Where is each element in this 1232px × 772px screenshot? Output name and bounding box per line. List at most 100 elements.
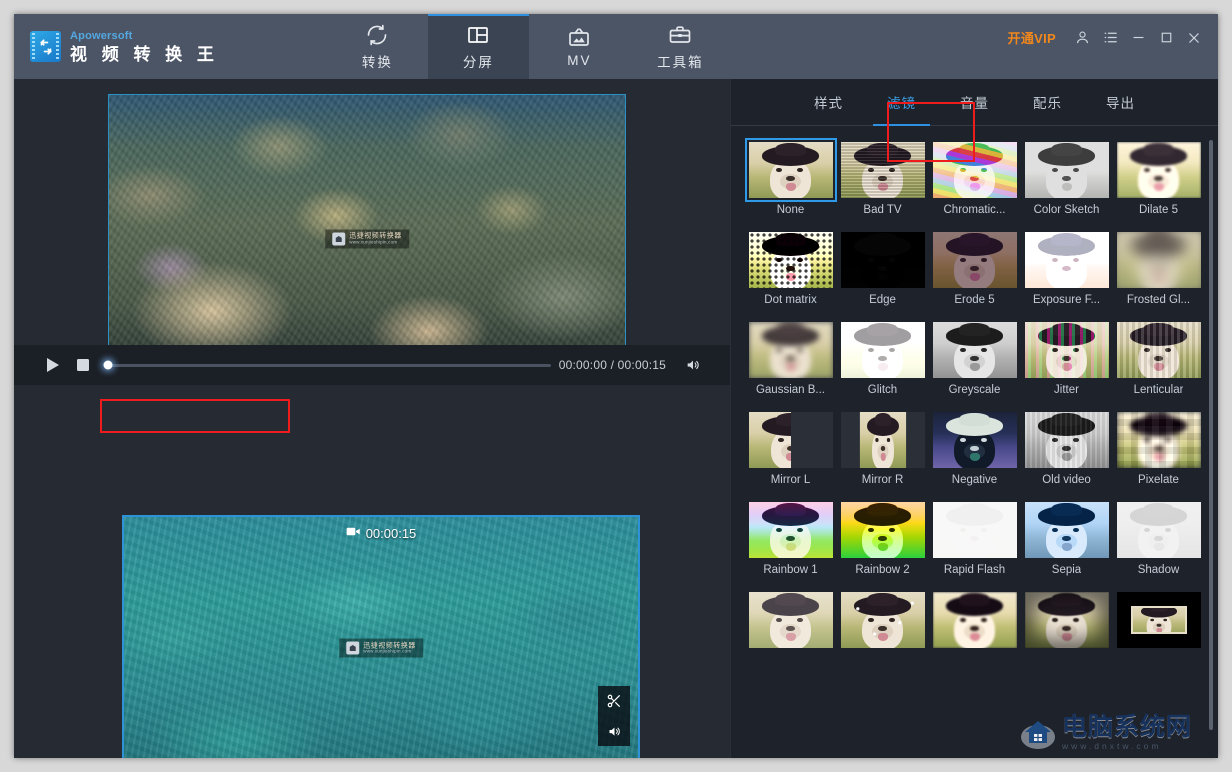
- tab-volume[interactable]: 音量: [938, 79, 1011, 125]
- filter-item-jitter[interactable]: Jitter: [1021, 322, 1113, 396]
- seek-track[interactable]: [103, 360, 551, 370]
- filter-preview-image: [1116, 322, 1201, 378]
- filter-item-pixelate[interactable]: Pixelate: [1113, 412, 1205, 486]
- application-window: Apowersoft 视 频 转 换 王 转换 分屏 MV 工具箱 开通VIP …: [14, 14, 1218, 758]
- tab-style[interactable]: 样式: [792, 79, 865, 125]
- filter-item-gaussian-b[interactable]: Gaussian B...: [745, 322, 837, 396]
- filter-label: Greyscale: [948, 384, 1001, 396]
- filter-item-bad-tv[interactable]: Bad TV: [837, 142, 929, 216]
- filter-item-lenticular[interactable]: Lenticular: [1113, 322, 1205, 396]
- convert-icon: [365, 23, 389, 47]
- scissors-cut-icon[interactable]: [598, 686, 630, 716]
- video-preview-player[interactable]: 迅捷视频转换器 www.xunjieshipin.com: [108, 94, 626, 384]
- filter-item-vig[interactable]: [1021, 592, 1113, 654]
- filter-list-scroll[interactable]: None Bad TV Chromatic... Color Sketch Dilate…: [731, 126, 1218, 758]
- filter-preview-image: [840, 322, 925, 378]
- nav-tab-mv[interactable]: MV: [529, 14, 630, 79]
- filter-thumbnail: [1024, 232, 1109, 288]
- filter-item-old-video[interactable]: Old video: [1021, 412, 1113, 486]
- seek-slider[interactable]: [103, 351, 551, 379]
- filter-item-mirror-l[interactable]: Mirror L: [745, 412, 837, 486]
- filter-scrollbar[interactable]: [1209, 140, 1213, 730]
- filter-item-shadow[interactable]: Shadow: [1113, 502, 1205, 576]
- clip-watermark-logo-icon: [346, 641, 360, 655]
- nav-tab-toolbox[interactable]: 工具箱: [630, 14, 731, 79]
- clip-volume-icon[interactable]: [598, 716, 630, 746]
- properties-tab-bar: 样式 滤镜 音量 配乐 导出: [731, 79, 1218, 126]
- tab-soundtrack[interactable]: 配乐: [1011, 79, 1084, 125]
- filter-item-frame[interactable]: [1113, 592, 1205, 654]
- filter-thumbnail: [840, 412, 925, 468]
- filter-label: None: [776, 204, 805, 216]
- filter-item-rainbow-2[interactable]: Rainbow 2: [837, 502, 929, 576]
- brand-text: Apowersoft 视 频 转 换 王: [70, 29, 219, 64]
- filter-thumbnail: [748, 322, 833, 378]
- filter-item-sepia[interactable]: Sepia: [1021, 502, 1113, 576]
- tab-filter[interactable]: 滤镜: [865, 79, 938, 126]
- filter-grid: None Bad TV Chromatic... Color Sketch Dilate…: [731, 138, 1218, 654]
- filter-item-edge[interactable]: Edge: [837, 232, 929, 306]
- menu-list-icon[interactable]: [1096, 24, 1124, 52]
- nav-tab-split-screen-label: 分屏: [462, 54, 494, 70]
- filter-thumbnail: [932, 142, 1017, 198]
- filter-preview-image: [932, 232, 1017, 288]
- toolbox-icon: [668, 23, 692, 47]
- watermark-logo-icon: [332, 232, 346, 246]
- watermark-site-url: www.dnxtw.com: [1062, 741, 1162, 752]
- filter-thumbnail: [840, 232, 925, 288]
- filter-item-rapid-flash[interactable]: Rapid Flash: [929, 502, 1021, 576]
- filter-item-dot-matrix[interactable]: Dot matrix: [745, 232, 837, 306]
- filter-label: Frosted Gl...: [1126, 294, 1191, 306]
- filter-thumbnail: [748, 412, 833, 468]
- filter-item-mirror-r[interactable]: Mirror R: [837, 412, 929, 486]
- filter-preview-image: [1024, 232, 1109, 288]
- vip-upgrade-button[interactable]: 开通VIP: [1008, 28, 1056, 47]
- filter-item-greyscale[interactable]: Greyscale: [929, 322, 1021, 396]
- filter-thumbnail: [932, 232, 1017, 288]
- close-icon[interactable]: [1180, 24, 1208, 52]
- filter-item-sparkle[interactable]: [837, 592, 929, 654]
- filter-item-color-sketch[interactable]: Color Sketch: [1021, 142, 1113, 216]
- filter-preview-image: [748, 502, 833, 558]
- filter-item-none[interactable]: None: [744, 138, 837, 216]
- filter-label: Rapid Flash: [943, 564, 1006, 576]
- brand-area: Apowersoft 视 频 转 换 王: [14, 14, 219, 79]
- filter-label: Dot matrix: [764, 294, 817, 306]
- nav-tab-convert[interactable]: 转换: [327, 14, 428, 79]
- account-icon[interactable]: [1068, 24, 1096, 52]
- filter-label: Old video: [1042, 474, 1091, 486]
- seek-handle[interactable]: [103, 360, 113, 370]
- filter-label: Chromatic...: [943, 204, 1006, 216]
- volume-icon[interactable]: [678, 351, 708, 379]
- clip-preview[interactable]: 00:00:15 迅捷视频转换器 www.xunjieshipin.com: [122, 515, 640, 758]
- filter-item-swirl[interactable]: [929, 592, 1021, 654]
- minimize-icon[interactable]: [1124, 24, 1152, 52]
- stop-button[interactable]: [68, 351, 98, 379]
- filter-thumbnail: [1024, 502, 1109, 558]
- tab-export[interactable]: 导出: [1084, 79, 1157, 125]
- filter-label: Gaussian B...: [755, 384, 826, 396]
- brand-name-en: Apowersoft: [70, 29, 133, 42]
- play-button[interactable]: [38, 351, 68, 379]
- filter-item-soft[interactable]: [745, 592, 837, 654]
- maximize-icon[interactable]: [1152, 24, 1180, 52]
- filter-item-negative[interactable]: Negative: [929, 412, 1021, 486]
- filter-thumbnail: [1116, 232, 1201, 288]
- filter-thumbnail: [1116, 502, 1201, 558]
- filter-item-rainbow-1[interactable]: Rainbow 1: [745, 502, 837, 576]
- filter-preview-image: [1116, 412, 1201, 468]
- filter-item-erode-5[interactable]: Erode 5: [929, 232, 1021, 306]
- filter-item-dilate-5[interactable]: Dilate 5: [1113, 142, 1205, 216]
- filter-item-exposure-f[interactable]: Exposure F...: [1021, 232, 1113, 306]
- nav-tab-split-screen[interactable]: 分屏: [427, 14, 529, 79]
- filter-preview-image: [932, 322, 1017, 378]
- filter-thumbnail: [840, 592, 925, 648]
- filter-thumbnail: [840, 322, 925, 378]
- brand-name-cn: 视 频 转 换 王: [70, 44, 219, 64]
- filter-preview-image: [748, 232, 833, 288]
- house-logo-icon: [1020, 715, 1056, 751]
- filter-item-chromatic[interactable]: Chromatic...: [929, 142, 1021, 216]
- filter-item-glitch[interactable]: Glitch: [837, 322, 929, 396]
- filter-preview-image: [1024, 502, 1109, 558]
- filter-item-frosted-gl[interactable]: Frosted Gl...: [1113, 232, 1205, 306]
